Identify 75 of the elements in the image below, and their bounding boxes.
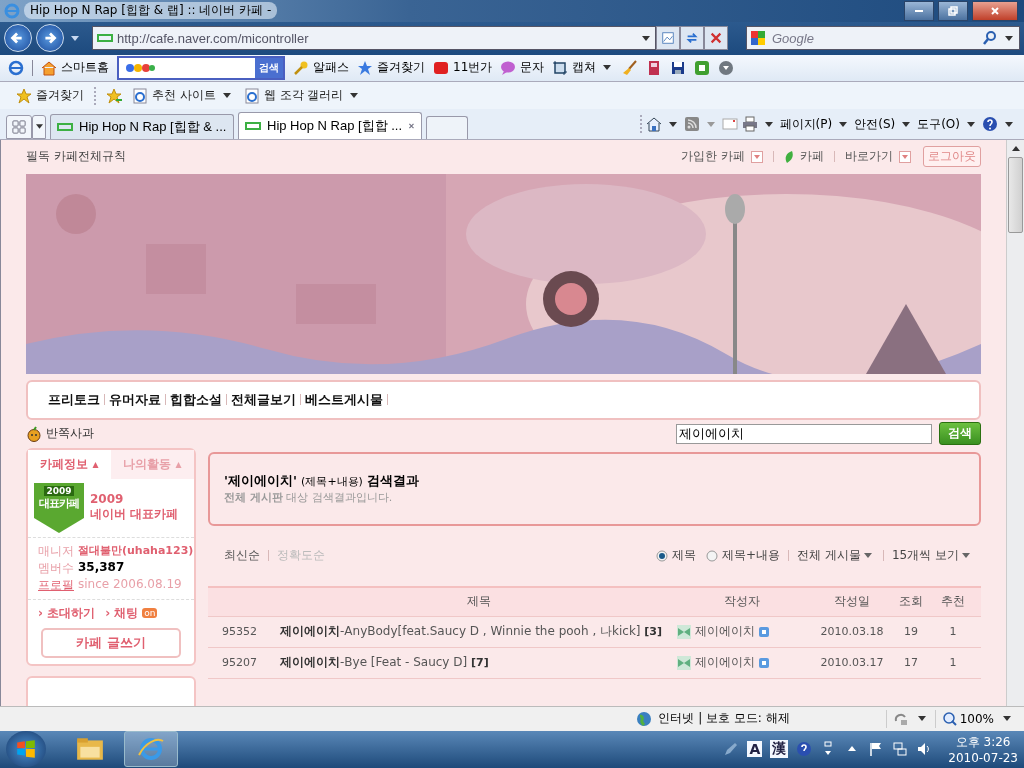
favorites-item[interactable]: 추천 사이트 <box>132 87 234 105</box>
result-heading: '제이에이치' (제목+내용) 검색결과 <box>224 473 420 489</box>
address-bar[interactable]: http://cafe.naver.com/micontroller <box>92 26 656 51</box>
column-header: 추천 <box>940 593 966 611</box>
rules-link[interactable]: 필독 카페전체규칙 <box>26 148 126 166</box>
column-header: 작성일 <box>833 593 871 611</box>
toolbar-item[interactable]: 11번가 <box>433 59 493 77</box>
url-text: http://cafe.naver.com/micontroller <box>117 30 309 46</box>
table-cell-text: 2010.03.18 <box>819 625 885 639</box>
command-menu[interactable]: 페이지(P) <box>779 115 851 133</box>
apple-label: 반쪽사과 <box>46 425 94 443</box>
table-cell-text: 95352 <box>221 625 258 639</box>
award-title: 네이버 대표카페 <box>90 506 179 524</box>
info-value: 35,387 <box>78 559 125 576</box>
favorites-item[interactable]: 웹 조각 갤러리 <box>243 87 362 105</box>
write-button[interactable]: 카페 글쓰기 <box>41 627 181 658</box>
daum-search-field[interactable]: 검색 <box>117 55 285 80</box>
toolbar-item[interactable]: 즐겨찾기 <box>357 59 425 77</box>
info-label: 프로필 <box>38 576 74 594</box>
cafe-search-field[interactable]: 제이에이치 <box>676 423 932 444</box>
window-title: Hip Hop N Rap [힙합 & 랩] :: 네이버 카페 - <box>24 2 278 20</box>
radio-option[interactable]: 제목 <box>656 547 696 565</box>
table-cell-text: 1 <box>948 625 958 639</box>
menu-link[interactable]: 유머자료 <box>109 390 161 409</box>
info-label: 멤버수 <box>38 559 74 577</box>
table-cell-text: 95207 <box>221 656 258 670</box>
ime-button[interactable]: A <box>747 741 763 758</box>
zone-text: 인터넷 | 보호 모드: 해제 <box>658 710 790 728</box>
table-cell-text: 1 <box>948 656 958 670</box>
toolbar-item[interactable]: 문자 <box>500 59 545 77</box>
table-cell-text: 2010.03.17 <box>819 656 885 670</box>
menu-link[interactable]: 힙합소설 <box>170 390 222 409</box>
post-title-link[interactable]: 제이에이치-AnyBody[feat.Saucy D , Winnie the pooh , 나kick] [3] <box>280 623 667 641</box>
zoom-button[interactable]: 100% <box>941 710 994 727</box>
menu-link[interactable]: 프리토크 <box>48 390 100 409</box>
header-link[interactable]: 카페 <box>800 148 824 166</box>
column-header: 제목 <box>465 593 492 611</box>
post-title-link[interactable]: 제이에이치-Bye [Feat - Saucy D] [7] <box>280 654 667 672</box>
home-link[interactable]: 스마트홈 <box>41 59 109 77</box>
info-value: since 2006.08.19 <box>78 576 182 593</box>
column-header: 조회 <box>898 593 924 611</box>
invite-link[interactable]: › 초대하기 <box>38 604 96 622</box>
info-value: 절대불만(uhaha123) <box>78 542 194 559</box>
browser-tab[interactable]: Hip Hop N Rap [힙합 & ... <box>50 113 234 139</box>
column-header: 작성자 <box>723 593 761 611</box>
result-note: 전체 게시판 대상 검색결과입니다. <box>224 491 393 505</box>
award-year: 2009 <box>90 492 125 507</box>
browser-tab[interactable]: Hip Hop N Rap [힙합 ... <box>238 111 422 139</box>
search-input[interactable]: Google <box>770 29 978 47</box>
search-field[interactable]: Google <box>746 26 1020 51</box>
author-link[interactable]: 제이에이치 <box>695 623 755 641</box>
author-link[interactable]: 제이에이치 <box>695 654 755 672</box>
search-button[interactable]: 검색 <box>255 57 283 78</box>
toolbar-item[interactable]: 알패스 <box>293 59 349 77</box>
header-link[interactable]: 가입한 카페 <box>681 148 745 166</box>
header-link[interactable]: 바로가기 <box>845 148 893 166</box>
ime-button[interactable]: 漢 <box>770 740 789 759</box>
command-menu[interactable]: 안전(S) <box>854 115 914 133</box>
dropdown[interactable]: 15개씩 보기 <box>891 547 973 565</box>
info-label: 매니저 <box>38 542 74 560</box>
table-cell-text: 19 <box>903 625 919 639</box>
clock[interactable]: 오후 3:26 2010-07-23 <box>948 733 1018 765</box>
toolbar-item[interactable]: 캡쳐 <box>552 59 615 77</box>
emblem-badge: 2009 대표카페 <box>34 482 84 533</box>
status-badge: on <box>142 608 158 619</box>
table-cell-text: 17 <box>903 656 919 670</box>
menu-link[interactable]: 베스트게시물 <box>305 390 383 409</box>
menu-link[interactable]: 전체글보기 <box>231 390 296 409</box>
chat-link[interactable]: › 채팅 <box>105 604 139 622</box>
sort-option[interactable]: 최신순 <box>224 547 260 565</box>
dropdown[interactable]: 전체 게시물 <box>797 547 875 565</box>
command-menu[interactable]: 도구(O) <box>917 115 978 133</box>
sidebar-tab[interactable]: 카페정보 ▴ <box>28 449 111 479</box>
favorites-button[interactable]: 즐겨찾기 <box>16 87 84 105</box>
radio-option[interactable]: 제목+내용 <box>706 547 781 565</box>
